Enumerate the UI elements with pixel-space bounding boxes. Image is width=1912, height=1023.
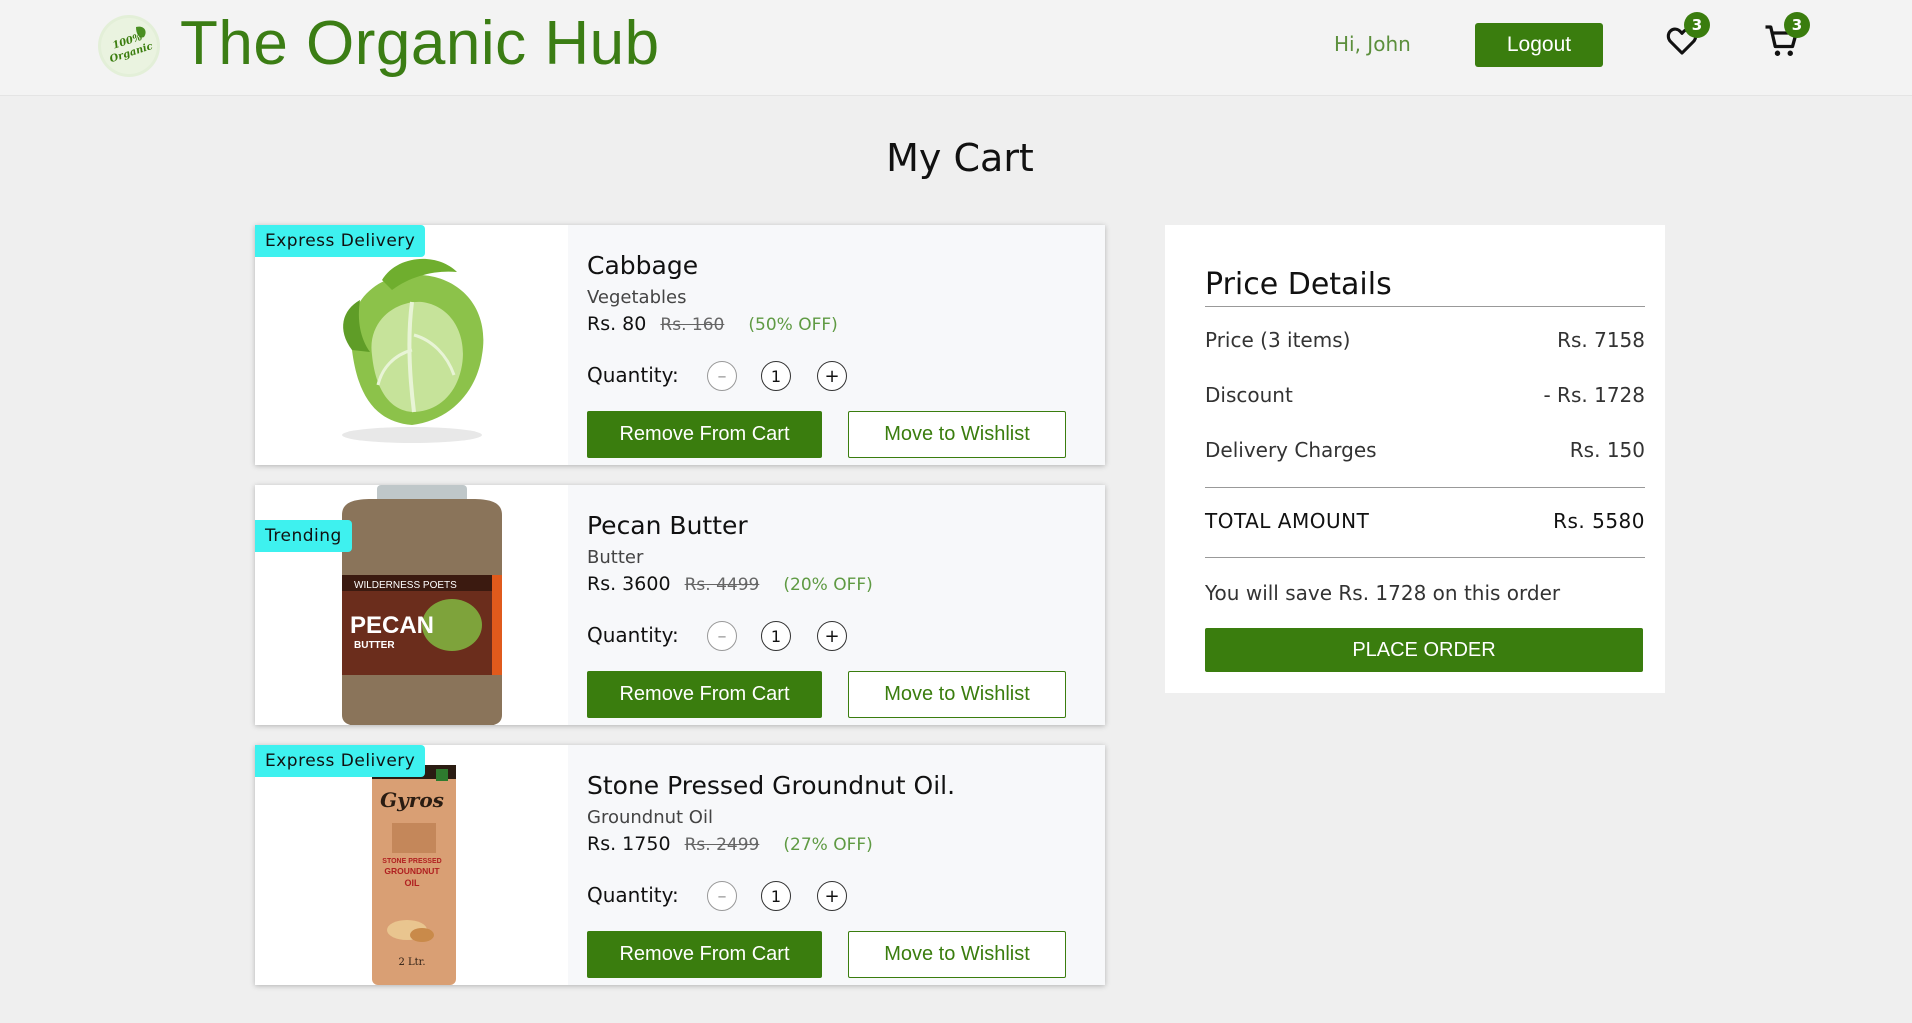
quantity-label: Quantity: bbox=[587, 623, 679, 647]
price-label: Price (3 items) bbox=[1205, 328, 1351, 352]
product-category: Groundnut Oil bbox=[587, 807, 713, 828]
price-original: Rs. 2499 bbox=[684, 835, 760, 855]
move-to-wishlist-button[interactable]: Move to Wishlist bbox=[848, 671, 1066, 718]
price-row: Rs. 3600 Rs. 4499 (20% OFF) bbox=[587, 573, 873, 595]
wishlist-count-badge: 3 bbox=[1684, 12, 1710, 38]
move-to-wishlist-button[interactable]: Move to Wishlist bbox=[848, 931, 1066, 978]
product-category: Vegetables bbox=[587, 287, 687, 308]
price-current: Rs. 3600 bbox=[587, 573, 671, 595]
quantity-increase-button[interactable]: + bbox=[817, 881, 847, 911]
product-name[interactable]: Stone Pressed Groundnut Oil. bbox=[587, 771, 955, 800]
delivery-tag: Express Delivery bbox=[255, 745, 426, 777]
quantity-label: Quantity: bbox=[587, 363, 679, 387]
top-navbar: 100% Organic The Organic Hub Hi, John Lo… bbox=[0, 0, 1912, 96]
discount-percent: (50% OFF) bbox=[748, 315, 838, 335]
label-brand: Gyros bbox=[380, 788, 444, 812]
user-greeting: Hi, John bbox=[1334, 32, 1411, 56]
total-label: TOTAL AMOUNT bbox=[1205, 509, 1370, 533]
logout-button[interactable]: Logout bbox=[1475, 23, 1603, 67]
divider bbox=[1205, 557, 1645, 558]
cart-item: WILDERNESS POETS PECAN BUTTER Trending P… bbox=[255, 485, 1105, 725]
cart-item: Express Delivery Cabbage Vegetables Rs. … bbox=[255, 225, 1105, 465]
svg-text:OIL: OIL bbox=[404, 878, 420, 888]
remove-from-cart-button[interactable]: Remove From Cart bbox=[587, 671, 822, 718]
product-image[interactable]: Gyros STONE PRESSED GROUNDNUT OIL 2 Ltr. bbox=[255, 745, 568, 985]
label-brand: WILDERNESS POETS bbox=[354, 580, 457, 591]
page-title: My Cart bbox=[886, 136, 1034, 180]
price-details-title: Price Details bbox=[1205, 267, 1645, 307]
discount-percent: (20% OFF) bbox=[783, 575, 873, 595]
label-volume: 2 Ltr. bbox=[398, 957, 425, 968]
product-category: Butter bbox=[587, 547, 644, 568]
product-image[interactable] bbox=[255, 225, 568, 465]
quantity-value: 1 bbox=[761, 361, 791, 391]
price-current: Rs. 1750 bbox=[587, 833, 671, 855]
product-name[interactable]: Pecan Butter bbox=[587, 511, 748, 540]
total-value: Rs. 5580 bbox=[1553, 509, 1645, 533]
quantity-increase-button[interactable]: + bbox=[817, 361, 847, 391]
delivery-value: Rs. 150 bbox=[1569, 438, 1645, 462]
quantity-label: Quantity: bbox=[587, 883, 679, 907]
divider bbox=[1205, 487, 1645, 488]
place-order-button[interactable]: PLACE ORDER bbox=[1205, 628, 1643, 672]
move-to-wishlist-button[interactable]: Move to Wishlist bbox=[848, 411, 1066, 458]
discount-label: Discount bbox=[1205, 383, 1293, 407]
label-title: PECAN bbox=[350, 612, 434, 639]
cart-count-badge: 3 bbox=[1784, 12, 1810, 38]
organic-logo[interactable]: 100% Organic bbox=[98, 15, 160, 77]
price-details-panel: Price Details Price (3 items) Rs. 7158 D… bbox=[1165, 225, 1665, 693]
discount-percent: (27% OFF) bbox=[783, 835, 873, 855]
price-row: Rs. 1750 Rs. 2499 (27% OFF) bbox=[587, 833, 873, 855]
svg-text:STONE PRESSED: STONE PRESSED bbox=[382, 858, 441, 865]
cart-item: Gyros STONE PRESSED GROUNDNUT OIL 2 Ltr.… bbox=[255, 745, 1105, 985]
delivery-tag: Express Delivery bbox=[255, 225, 426, 257]
discount-value: - Rs. 1728 bbox=[1543, 383, 1645, 407]
quantity-increase-button[interactable]: + bbox=[817, 621, 847, 651]
quantity-value: 1 bbox=[761, 881, 791, 911]
price-original: Rs. 160 bbox=[660, 315, 725, 335]
trending-tag: Trending bbox=[255, 520, 352, 552]
price-original: Rs. 4499 bbox=[684, 575, 760, 595]
price-value: Rs. 7158 bbox=[1557, 328, 1645, 352]
brand-name[interactable]: The Organic Hub bbox=[180, 8, 660, 79]
quantity-decrease-button[interactable]: – bbox=[707, 881, 737, 911]
quantity-value: 1 bbox=[761, 621, 791, 651]
product-name[interactable]: Cabbage bbox=[587, 251, 698, 280]
price-current: Rs. 80 bbox=[587, 313, 647, 335]
remove-from-cart-button[interactable]: Remove From Cart bbox=[587, 931, 822, 978]
delivery-label: Delivery Charges bbox=[1205, 438, 1377, 462]
savings-message: You will save Rs. 1728 on this order bbox=[1205, 581, 1561, 605]
svg-text:GROUNDNUT: GROUNDNUT bbox=[384, 866, 440, 876]
remove-from-cart-button[interactable]: Remove From Cart bbox=[587, 411, 822, 458]
price-row: Rs. 80 Rs. 160 (50% OFF) bbox=[587, 313, 838, 335]
label-sub: BUTTER bbox=[354, 640, 395, 651]
quantity-decrease-button[interactable]: – bbox=[707, 361, 737, 391]
quantity-decrease-button[interactable]: – bbox=[707, 621, 737, 651]
